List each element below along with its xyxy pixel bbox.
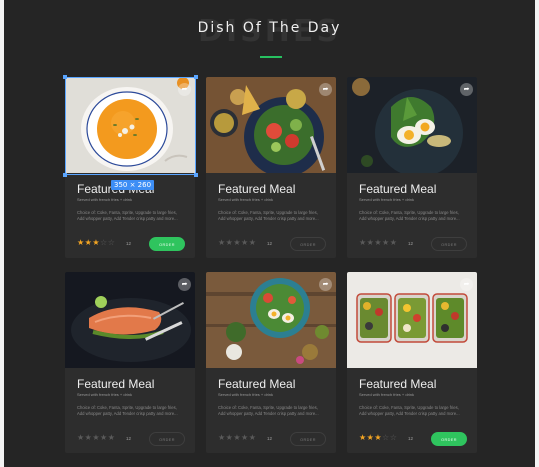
dish-card[interactable]: ➦ Featured Meal Served with french fries… — [347, 272, 477, 453]
card-subtitle: Served with french fries + drink — [77, 197, 133, 202]
egg-salad-bowl-image: ➦ — [206, 272, 336, 368]
resize-handle-top-left[interactable] — [63, 75, 67, 79]
card-description: Choice of: Coke, Fanta, Sprite, Upgrade … — [77, 405, 178, 416]
salad-bowl-image: ➦ — [206, 77, 336, 173]
rating-stars: ★★★☆☆ — [359, 433, 398, 442]
share-icon[interactable]: ➦ — [319, 83, 332, 96]
rating-count: 12 — [408, 436, 414, 441]
card-title: Featured Meal — [359, 182, 437, 196]
card-title: Featured Meal — [218, 377, 296, 391]
card-description: Choice of: Coke, Fanta, Sprite, Upgrade … — [77, 210, 178, 221]
order-button[interactable]: ORDER — [431, 237, 467, 251]
dish-card[interactable]: ➦ Featured Meal Served with french fries… — [206, 77, 336, 258]
card-title: Featured Meal — [77, 377, 155, 391]
dimension-label: 350 × 260 — [111, 180, 155, 190]
pumpkin-soup-image: ➦ — [65, 77, 195, 173]
share-icon[interactable]: ➦ — [178, 278, 191, 291]
order-button[interactable]: ORDER — [149, 237, 185, 251]
rating-count: 12 — [126, 436, 132, 441]
card-description: Choice of: Coke, Fanta, Sprite, Upgrade … — [218, 210, 319, 221]
rating-stars: ★★★★★ — [218, 238, 257, 247]
order-button[interactable]: ORDER — [290, 432, 326, 446]
card-title: Featured Meal — [359, 377, 437, 391]
card-subtitle: Served with french fries + drink — [218, 392, 274, 397]
rating-count: 12 — [267, 241, 273, 246]
card-title: Featured Meal — [218, 182, 296, 196]
title-underline — [260, 56, 282, 58]
resize-handle-bottom-right[interactable] — [194, 173, 198, 177]
card-description: Choice of: Coke, Fanta, Sprite, Upgrade … — [359, 405, 460, 416]
share-icon[interactable]: ➦ — [178, 83, 191, 96]
dish-card[interactable]: ➦ Featured Meal Served with french fries… — [65, 272, 195, 453]
dish-card[interactable]: ➦ Featured Meal Served with french fries… — [206, 272, 336, 453]
dish-card[interactable]: ➦ Featured Meal Served with french fries… — [347, 77, 477, 258]
rating-count: 12 — [408, 241, 414, 246]
rating-stars: ★★★☆☆ — [77, 238, 116, 247]
card-subtitle: Served with french fries + drink — [359, 197, 415, 202]
rating-stars: ★★★★★ — [218, 433, 257, 442]
order-button[interactable]: ORDER — [431, 432, 467, 446]
card-subtitle: Served with french fries + drink — [77, 392, 133, 397]
order-button[interactable]: ORDER — [149, 432, 185, 446]
salmon-plate-image: ➦ — [65, 272, 195, 368]
egg-avocado-image: ➦ — [347, 77, 477, 173]
rating-stars: ★★★★★ — [77, 433, 116, 442]
card-subtitle: Served with french fries + drink — [359, 392, 415, 397]
resize-handle-bottom-left[interactable] — [63, 173, 67, 177]
order-button[interactable]: ORDER — [290, 237, 326, 251]
card-description: Choice of: Coke, Fanta, Sprite, Upgrade … — [218, 405, 319, 416]
share-icon[interactable]: ➦ — [460, 278, 473, 291]
share-icon[interactable]: ➦ — [460, 83, 473, 96]
app-frame: DISHES Dish Of The Day ➦ Featured Served… — [4, 0, 535, 467]
dish-card[interactable]: ➦ Featured Meal Served with french fries… — [65, 77, 195, 258]
page-title: Dish Of The Day — [197, 20, 342, 36]
share-icon[interactable]: ➦ — [319, 278, 332, 291]
rating-count: 12 — [126, 241, 132, 246]
rating-stars: ★★★★★ — [359, 238, 398, 247]
rating-count: 12 — [267, 436, 273, 441]
resize-handle-top-right[interactable] — [194, 75, 198, 79]
card-description: Choice of: Coke, Fanta, Sprite, Upgrade … — [359, 210, 460, 221]
meal-prep-containers-image: ➦ — [347, 272, 477, 368]
card-subtitle: Served with french fries + drink — [218, 197, 274, 202]
